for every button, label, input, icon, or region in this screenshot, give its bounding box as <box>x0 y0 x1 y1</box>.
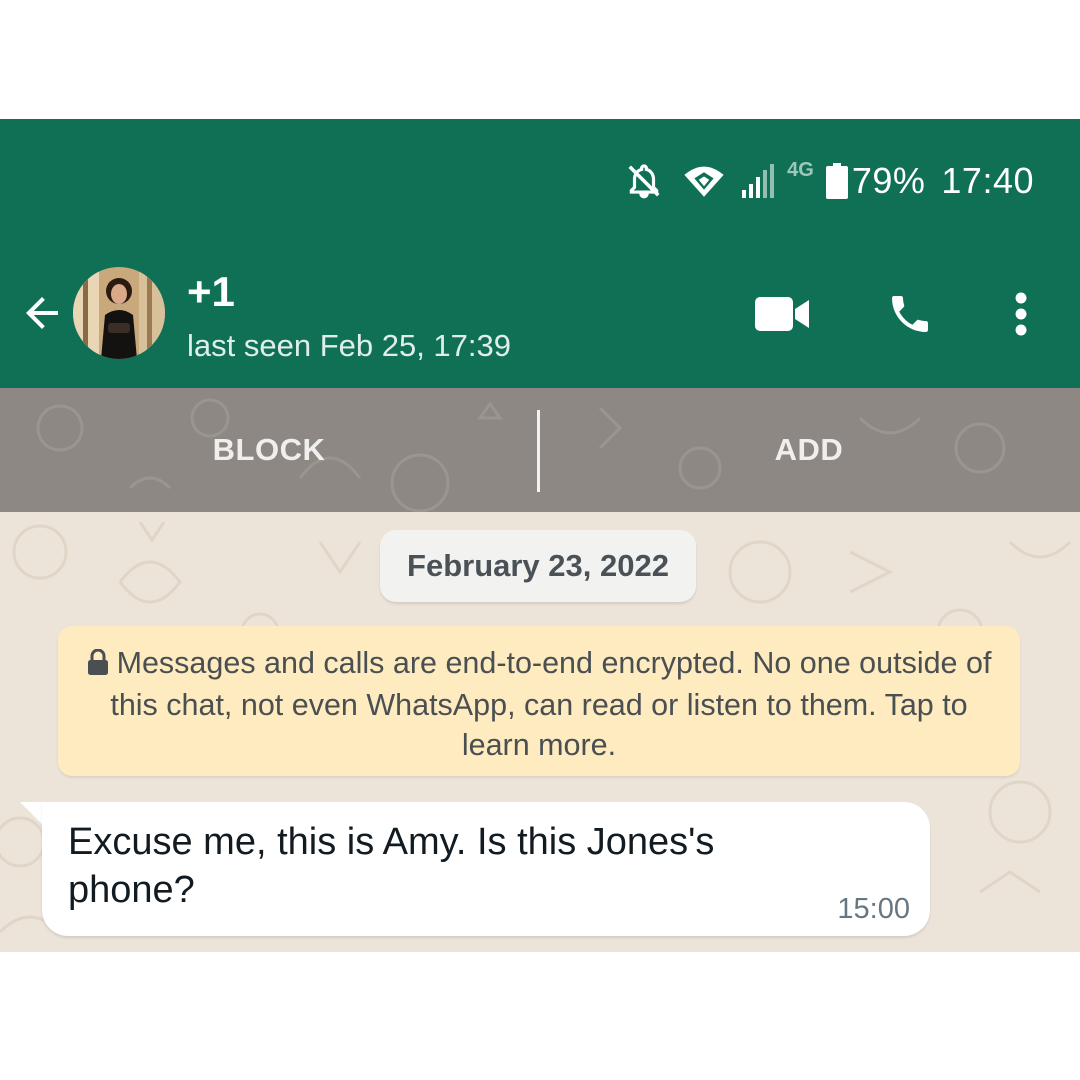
avatar[interactable] <box>73 267 165 359</box>
status-bar: 4G 79% 17:40 <box>625 157 1034 205</box>
network-type-label: 4G <box>787 159 814 181</box>
back-arrow-icon[interactable] <box>18 289 66 337</box>
block-button[interactable]: BLOCK <box>0 388 538 512</box>
whatsapp-chat-screen: 4G 79% 17:40 +1 last seen Feb 25, 17:39 … <box>0 119 1080 952</box>
top-app-bar: 4G 79% 17:40 +1 last seen Feb 25, 17:39 <box>0 119 1080 388</box>
more-vert-icon[interactable] <box>1006 288 1036 340</box>
phone-icon[interactable] <box>884 288 936 340</box>
contact-name[interactable]: +1 <box>187 264 235 320</box>
battery-percent: 79% <box>851 160 926 201</box>
message-bubble-incoming[interactable]: Excuse me, this is Amy. Is this Jones's … <box>42 802 930 936</box>
message-text: Excuse me, this is Amy. Is this Jones's … <box>68 821 715 911</box>
chat-area[interactable]: February 23, 2022 Messages and calls are… <box>0 512 1080 952</box>
encryption-notice[interactable]: Messages and calls are end-to-end encryp… <box>58 626 1020 776</box>
add-contact-button[interactable]: ADD <box>540 388 1078 512</box>
bell-off-icon <box>625 161 663 201</box>
encryption-notice-text: Messages and calls are end-to-end encryp… <box>110 646 992 762</box>
lock-icon <box>87 645 109 685</box>
signal-icon <box>741 164 777 198</box>
date-chip: February 23, 2022 <box>380 530 696 602</box>
clock: 17:40 <box>941 160 1034 201</box>
battery-icon <box>825 163 848 199</box>
contact-last-seen: last seen Feb 25, 17:39 <box>187 328 512 363</box>
message-time: 15:00 <box>837 893 910 925</box>
video-call-icon[interactable] <box>754 288 812 340</box>
unknown-contact-action-bar: BLOCK ADD <box>0 388 1080 512</box>
chat-header: +1 last seen Feb 25, 17:39 <box>0 264 1080 363</box>
wifi-icon <box>683 163 725 199</box>
